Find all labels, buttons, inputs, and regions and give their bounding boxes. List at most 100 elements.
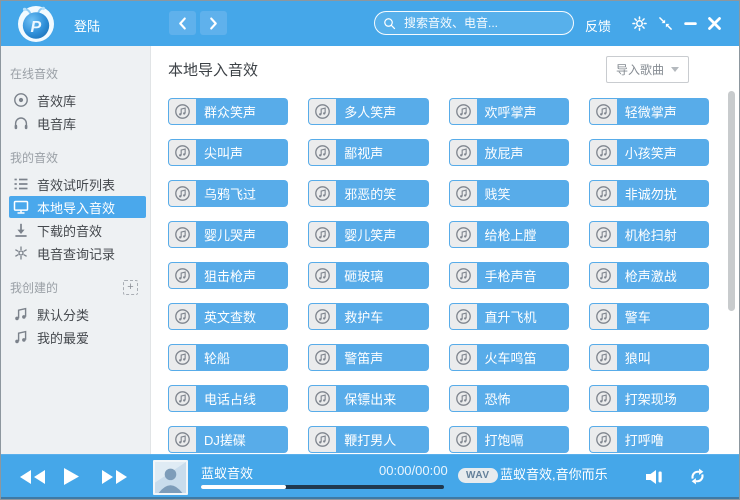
previous-track-icon[interactable] (19, 469, 46, 485)
chevron-down-icon (671, 67, 679, 72)
sound-effect-button[interactable]: 狙击枪声 (168, 262, 288, 289)
sidebar-item[interactable]: 我的最爱 (9, 326, 146, 348)
sidebar-section-title: 我创建的+ (10, 279, 138, 296)
sidebar-item[interactable]: 电音查询记录 (9, 242, 146, 264)
sound-effect-button[interactable]: 轻微掌声 (589, 98, 709, 125)
sound-effect-button[interactable]: 砸玻璃 (308, 262, 428, 289)
sound-effect-button[interactable]: 乌鸦飞过 (168, 180, 288, 207)
music-disc-icon (450, 304, 477, 329)
sound-effect-label: 婴儿笑声 (344, 228, 396, 243)
sound-effect-button[interactable]: 婴儿哭声 (168, 221, 288, 248)
music-disc-icon (169, 263, 196, 288)
note-icon (13, 329, 30, 345)
sound-effect-button[interactable]: 英文查数 (168, 303, 288, 330)
sound-effect-button[interactable]: 鄙视声 (308, 139, 428, 166)
slogan-text: 蓝蚁音效,音你而乐 (500, 464, 608, 483)
headphones-icon (13, 115, 30, 131)
music-disc-icon (590, 181, 617, 206)
sound-effect-button[interactable]: 电话占线 (168, 385, 288, 412)
sound-effect-button[interactable]: 枪声激战 (589, 262, 709, 289)
sound-effect-button[interactable]: 多人笑声 (308, 98, 428, 125)
next-track-icon[interactable] (101, 469, 128, 485)
sidebar-item[interactable]: 下载的音效 (9, 219, 146, 241)
music-disc-icon (450, 140, 477, 165)
sound-effect-button[interactable]: 邪恶的笑 (308, 180, 428, 207)
sound-effect-button[interactable]: 鞭打男人 (308, 426, 428, 453)
music-disc-icon (450, 181, 477, 206)
sound-effect-label: DJ搓碟 (204, 433, 246, 448)
sound-effect-button[interactable]: 尖叫声 (168, 139, 288, 166)
sound-effect-label: 小孩笑声 (625, 146, 677, 161)
sound-effect-label: 恐怖 (485, 392, 511, 407)
progress-bar[interactable] (201, 485, 444, 489)
sound-effect-button[interactable]: 给枪上膛 (449, 221, 569, 248)
sound-effect-button[interactable]: 警笛声 (308, 344, 428, 371)
sound-effect-button[interactable]: 救护车 (308, 303, 428, 330)
sound-effect-button[interactable]: 欢呼掌声 (449, 98, 569, 125)
list-icon (13, 176, 30, 192)
login-link[interactable]: 登陆 (74, 16, 100, 35)
search-box[interactable] (374, 11, 574, 35)
volume-icon[interactable] (645, 469, 665, 485)
music-disc-icon (169, 181, 196, 206)
disc-icon (13, 92, 30, 108)
sound-effect-button[interactable]: 火车鸣笛 (449, 344, 569, 371)
settings-gear-icon[interactable] (630, 14, 648, 32)
minimize-icon[interactable] (681, 14, 699, 32)
sound-effect-button[interactable]: 婴儿笑声 (308, 221, 428, 248)
sound-effect-button[interactable]: DJ搓碟 (168, 426, 288, 453)
music-disc-icon (450, 427, 477, 452)
sound-effect-button[interactable]: 打饱嗝 (449, 426, 569, 453)
play-icon[interactable] (63, 467, 80, 486)
sound-effect-button[interactable]: 机枪扫射 (589, 221, 709, 248)
sound-effect-button[interactable]: 打呼噜 (589, 426, 709, 453)
sidebar-item[interactable]: 默认分类 (9, 303, 146, 325)
loop-icon[interactable] (688, 467, 707, 486)
sound-grid: 群众笑声多人笑声欢呼掌声轻微掌声尖叫声鄙视声放屁声 小孩笑声乌鸦飞过 邪恶的笑贱笑 非… (168, 98, 709, 453)
add-category-button[interactable]: + (123, 280, 138, 295)
sidebar-item[interactable]: 本地导入音效 (9, 196, 146, 218)
sound-effect-button[interactable]: 非诚勿扰 (589, 180, 709, 207)
sound-effect-button[interactable]: 放屁声 (449, 139, 569, 166)
sound-effect-label: 非诚勿扰 (625, 187, 677, 202)
sound-effect-label: 乌鸦飞过 (204, 187, 256, 202)
sidebar-item[interactable]: 音效试听列表 (9, 173, 146, 195)
music-disc-icon (450, 386, 477, 411)
sound-effect-button[interactable]: 手枪声音 (449, 262, 569, 289)
import-songs-button[interactable]: 导入歌曲 (606, 56, 689, 83)
sidebar-item[interactable]: 音效库 (9, 89, 146, 111)
music-disc-icon (309, 140, 336, 165)
sound-effect-button[interactable]: 群众笑声 (168, 98, 288, 125)
titlebar: P 登陆 反馈 (1, 1, 739, 46)
scrollbar-thumb[interactable] (728, 91, 735, 311)
music-disc-icon (309, 99, 336, 124)
sound-effect-button[interactable]: 打架现场 (589, 385, 709, 412)
sound-effect-label: 保镖出来 (344, 392, 396, 407)
feedback-link[interactable]: 反馈 (585, 16, 611, 35)
music-disc-icon (590, 222, 617, 247)
sidebar-item-label: 本地导入音效 (37, 198, 115, 217)
sidebar-item-label: 我的最爱 (37, 328, 89, 347)
avatar[interactable] (153, 460, 188, 495)
close-icon[interactable] (705, 14, 723, 32)
sound-effect-button[interactable]: 直升飞机 (449, 303, 569, 330)
forward-button[interactable] (200, 11, 227, 35)
back-button[interactable] (169, 11, 196, 35)
sound-effect-button[interactable]: 恐怖 (449, 385, 569, 412)
sound-effect-button[interactable]: 警车 (589, 303, 709, 330)
sound-effect-button[interactable]: 轮船 (168, 344, 288, 371)
music-disc-icon (309, 304, 336, 329)
shrink-mode-icon[interactable] (656, 14, 674, 32)
sound-effect-button[interactable]: 保镖出来 (308, 385, 428, 412)
sidebar-item[interactable]: 电音库 (9, 112, 146, 134)
sound-effect-button[interactable]: 贱笑 (449, 180, 569, 207)
app-window: P 登陆 反馈 在线音效音效库电音库我的音效音效 (0, 0, 740, 500)
sound-effect-button[interactable]: 狼叫 (589, 344, 709, 371)
records-icon (13, 245, 30, 261)
music-disc-icon (309, 427, 336, 452)
sound-effect-label: 火车鸣笛 (485, 351, 537, 366)
sound-effect-button[interactable]: 小孩笑声 (589, 139, 709, 166)
search-input[interactable] (402, 15, 565, 31)
music-disc-icon (309, 345, 336, 370)
track-title: 蓝蚁音效 (201, 463, 253, 482)
